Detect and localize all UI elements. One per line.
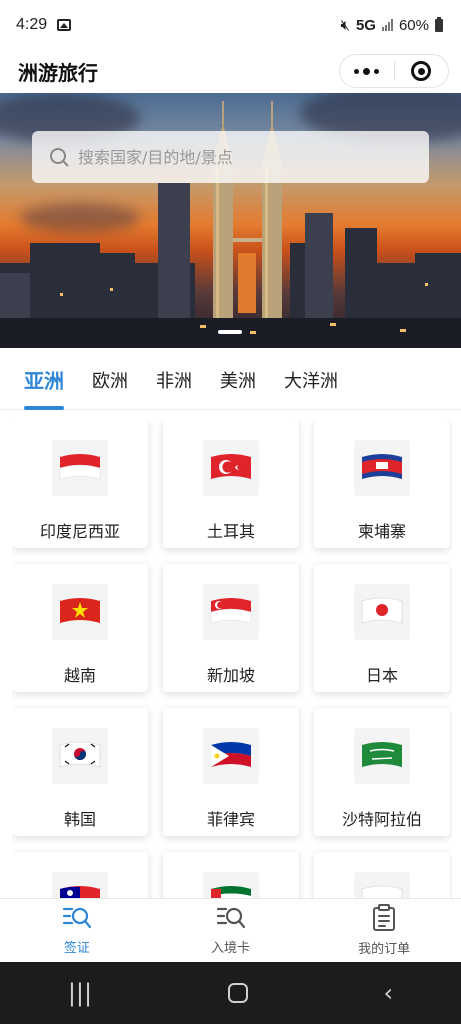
- nav-label: 签证: [63, 941, 90, 956]
- target-icon: [411, 61, 432, 81]
- clipboard-icon: [373, 904, 396, 931]
- country-card-taiwan[interactable]: [12, 852, 148, 898]
- country-card-indonesia[interactable]: 印度尼西亚: [12, 420, 148, 548]
- nav-entry-card[interactable]: 入境卡: [154, 899, 308, 962]
- country-card-japan[interactable]: 日本: [314, 564, 450, 692]
- singapore-flag-icon: [203, 584, 259, 640]
- home-icon[interactable]: [227, 983, 248, 1003]
- country-name: 菲律宾: [206, 810, 255, 829]
- taiwan-flag-icon: [52, 872, 108, 898]
- country-card-korea[interactable]: 韩国: [12, 708, 148, 836]
- close-mini-program-button[interactable]: [395, 55, 449, 87]
- recent-apps-icon[interactable]: |||: [68, 979, 92, 1007]
- country-card-saudi-arabia[interactable]: 沙特阿拉伯: [314, 708, 450, 836]
- korea-flag-icon: [52, 728, 108, 784]
- country-name: 土耳其: [206, 522, 255, 541]
- country-grid: 印度尼西亚 土耳其 柬埔寨 越南 新加坡 日本 韩国 菲律宾 沙特阿拉伯: [12, 420, 452, 898]
- title-bar: 洲游旅行: [0, 50, 461, 92]
- banner-image[interactable]: [0, 93, 461, 348]
- battery-icon: [435, 16, 443, 32]
- country-card-uae[interactable]: [163, 852, 299, 898]
- country-name: 越南: [63, 666, 96, 685]
- country-card-vietnam[interactable]: 越南: [12, 564, 148, 692]
- search-input[interactable]: [78, 147, 398, 167]
- status-bar: 4:29 🔇︎ 5G 60%: [0, 0, 461, 50]
- system-nav-bar: ||| ‹: [0, 962, 461, 1024]
- country-name: 日本: [365, 666, 398, 685]
- tab-oceania[interactable]: 大洋洲: [274, 350, 348, 410]
- country-card-cambodia[interactable]: 柬埔寨: [314, 420, 450, 548]
- mute-icon: 🔇︎: [340, 16, 350, 34]
- search-icon: [50, 148, 68, 166]
- tab-americas[interactable]: 美洲: [210, 350, 266, 410]
- search-bar[interactable]: [32, 131, 429, 183]
- mini-program-capsule: [339, 54, 449, 88]
- country-card-partial[interactable]: [314, 852, 450, 898]
- banner-indicator: [218, 330, 242, 334]
- nav-label: 入境卡: [211, 941, 251, 956]
- status-time: 4:29: [16, 16, 48, 33]
- vietnam-flag-icon: [52, 584, 108, 640]
- nav-label: 我的订单: [358, 942, 411, 957]
- nav-visa[interactable]: 签证: [0, 899, 154, 962]
- signal-icon: [381, 19, 393, 31]
- battery-level: 60%: [398, 16, 429, 34]
- country-card-turkey[interactable]: 土耳其: [163, 420, 299, 548]
- country-name: 印度尼西亚: [39, 522, 120, 541]
- network-type: 5G: [355, 16, 376, 34]
- more-button[interactable]: [340, 55, 394, 87]
- philippines-flag-icon: [203, 728, 259, 784]
- tab-europe[interactable]: 欧洲: [82, 350, 138, 410]
- country-card-philippines[interactable]: 菲律宾: [163, 708, 299, 836]
- visa-search-icon: [62, 907, 91, 929]
- turkey-flag-icon: [203, 440, 259, 496]
- more-dots-icon: [354, 67, 380, 75]
- saudi-arabia-flag-icon: [354, 728, 410, 784]
- tab-asia[interactable]: 亚洲: [14, 350, 74, 410]
- uae-flag-icon: [203, 872, 259, 898]
- gallery-notification-icon: [57, 19, 72, 31]
- country-name: 新加坡: [206, 666, 255, 685]
- tab-africa[interactable]: 非洲: [146, 350, 202, 410]
- continent-tabs: 亚洲 欧洲 非洲 美洲 大洋洲: [0, 350, 461, 410]
- country-card-singapore[interactable]: 新加坡: [163, 564, 299, 692]
- indonesia-flag-icon: [52, 440, 108, 496]
- nav-my-orders[interactable]: 我的订单: [307, 899, 461, 962]
- country-name: 沙特阿拉伯: [341, 810, 422, 829]
- partial-flag-icon: [354, 872, 410, 898]
- app-title: 洲游旅行: [18, 60, 98, 85]
- entry-card-icon: [216, 907, 245, 929]
- country-name: 柬埔寨: [357, 522, 406, 541]
- country-name: 韩国: [63, 810, 96, 829]
- back-icon[interactable]: ‹: [384, 979, 394, 1007]
- japan-flag-icon: [354, 584, 410, 640]
- cambodia-flag-icon: [354, 440, 410, 496]
- bottom-nav: 签证 入境卡 我的订单: [0, 898, 461, 962]
